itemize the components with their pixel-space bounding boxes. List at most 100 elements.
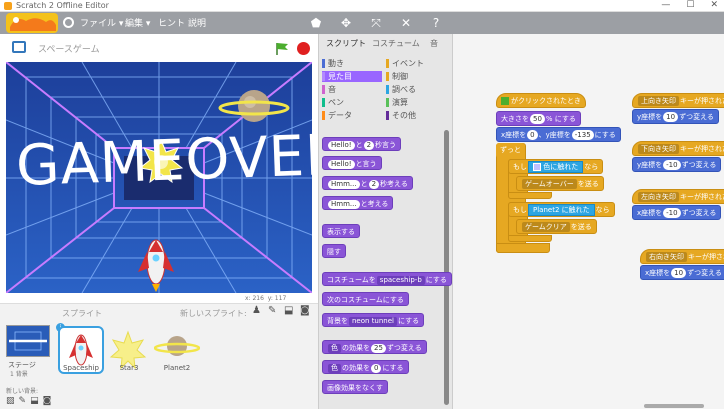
tab-sounds[interactable]: 音 — [430, 38, 438, 49]
project-title[interactable]: スペースゲーム — [38, 42, 100, 55]
script-hat-key-left[interactable]: 左向き矢印キーが押されたとき — [632, 189, 724, 204]
menu-edit[interactable]: 編集 ▾ — [125, 16, 150, 29]
stop-icon[interactable] — [297, 42, 310, 55]
block-show[interactable]: 表示する — [322, 224, 360, 238]
backdrop-camera-icon[interactable]: ◙ — [43, 396, 52, 406]
category-looks[interactable]: 見た目 — [322, 71, 382, 82]
key-dropdown[interactable]: 下向き矢印 — [638, 144, 679, 154]
change-y-input[interactable]: -10 — [663, 160, 681, 170]
think-text-input[interactable]: Hmm... — [328, 200, 360, 209]
minimize-button[interactable]: — — [661, 0, 670, 12]
change-y-input[interactable]: 10 — [663, 112, 679, 122]
close-button[interactable]: ✕ — [710, 0, 718, 12]
help-icon[interactable]: ? — [428, 15, 444, 31]
block-next-costume[interactable]: 次のコスチュームにする — [322, 292, 409, 306]
green-flag-icon[interactable] — [275, 42, 289, 55]
script-hat-key-down[interactable]: 下向き矢印キーが押されたとき — [632, 141, 724, 156]
block-switch-backdrop[interactable]: 背景を neon tunnel にする — [322, 313, 425, 327]
paint-backdrop-icon[interactable]: ✎ — [19, 396, 27, 406]
message-dropdown[interactable]: ゲームクリア — [522, 222, 570, 232]
tab-scripts[interactable]: スクリプト — [326, 38, 366, 49]
effect-dropdown[interactable]: 色 — [328, 364, 341, 373]
camera-icon[interactable]: ◙ — [300, 306, 310, 316]
category-motion[interactable]: 動き — [322, 58, 382, 69]
block-change-effect[interactable]: 色の効果を 25 ずつ変える — [322, 340, 427, 354]
grow-icon[interactable]: ⤧ — [368, 15, 384, 31]
color-swatch[interactable] — [533, 163, 541, 171]
change-x-input[interactable]: -10 — [663, 208, 681, 218]
duplicate-stamp-icon[interactable]: ⬟ — [308, 15, 324, 31]
x-input[interactable]: 0 — [527, 130, 538, 140]
if-touching-color[interactable]: もし 色に触れた なら — [508, 159, 604, 174]
choose-sprite-library-icon[interactable]: ♟ — [252, 306, 262, 316]
size-input[interactable]: 50 — [530, 114, 545, 124]
tab-costumes[interactable]: コスチューム — [372, 38, 420, 49]
block-set-effect[interactable]: 色の効果を 0 にする — [322, 360, 409, 374]
block-say-for-secs[interactable]: Hello! と 2 秒言う — [322, 137, 402, 151]
think-text-input[interactable]: Hmm... — [328, 180, 360, 189]
backdrop-dropdown[interactable]: neon tunnel — [349, 317, 397, 326]
script-hat-key-up[interactable]: 上向き矢印キーが押されたとき — [632, 93, 724, 108]
coord-y: y: 117 — [267, 295, 287, 302]
script-hat-key-right[interactable]: 右向き矢印キーが押されたとき — [640, 249, 724, 264]
script-change-y-up[interactable]: y座標を 10 ずつ変える — [632, 109, 719, 124]
script-go-to-xy[interactable]: x座標を 0 、y座標を -135 にする — [496, 127, 621, 142]
say-text-input[interactable]: Hello! — [328, 141, 355, 150]
palette-scrollbar[interactable] — [444, 130, 449, 405]
if-touching-planet2[interactable]: もし Planet2 に触れた なら — [508, 202, 615, 217]
block-think-for-secs[interactable]: Hmm... と 2 秒考える — [322, 176, 413, 190]
script-change-y-down[interactable]: y座標を -10 ずつ変える — [632, 157, 722, 172]
scripts-horizontal-scrollbar[interactable] — [644, 404, 704, 408]
effect-value-input[interactable]: 0 — [371, 364, 382, 373]
message-dropdown[interactable]: ゲームオーバー — [522, 179, 577, 189]
key-dropdown[interactable]: 上向き矢印 — [638, 96, 679, 106]
cut-icon[interactable]: ✥ — [338, 15, 354, 31]
say-text-input[interactable]: Hello! — [328, 160, 355, 169]
block-hide[interactable]: 隠す — [322, 244, 346, 258]
script-change-x-right[interactable]: x座標を 10 ずつ変える — [640, 265, 724, 280]
category-control[interactable]: 制御 — [386, 71, 444, 82]
block-say[interactable]: Hello! と言う — [322, 156, 382, 170]
effect-dropdown[interactable]: 色 — [328, 344, 341, 353]
block-text: なら — [595, 206, 610, 214]
change-x-input[interactable]: 10 — [671, 268, 687, 278]
script-hat-flag-clicked[interactable]: がクリックされたとき — [496, 93, 586, 108]
shrink-icon[interactable]: ✕ — [398, 15, 414, 31]
effect-amount-input[interactable]: 25 — [371, 344, 386, 353]
category-sensing[interactable]: 調べる — [386, 84, 444, 95]
secs-input[interactable]: 2 — [363, 141, 375, 150]
stage-thumbnail[interactable] — [6, 325, 50, 357]
y-input[interactable]: -135 — [571, 130, 594, 140]
maximize-button[interactable]: ☐ — [686, 0, 694, 12]
category-data[interactable]: データ — [322, 110, 382, 121]
block-clear-effects[interactable]: 画像効果をなくす — [322, 380, 388, 394]
upload-sprite-icon[interactable]: ⬓ — [284, 306, 294, 316]
menu-file[interactable]: ファイル ▾ — [80, 16, 123, 29]
upload-backdrop-icon[interactable]: ⬓ — [30, 396, 39, 406]
block-think[interactable]: Hmm... と考える — [322, 196, 394, 210]
block-text: Planet2 — [533, 206, 560, 214]
costume-dropdown[interactable]: spaceship-b — [376, 276, 425, 285]
key-dropdown[interactable]: 右向き矢印 — [646, 252, 687, 262]
language-globe-icon[interactable] — [63, 17, 74, 28]
script-set-size[interactable]: 大きさを 50% にする — [496, 111, 581, 126]
script-change-x-left[interactable]: x座標を -10 ずつ変える — [632, 205, 722, 220]
fullscreen-icon[interactable] — [12, 41, 26, 53]
broadcast-gameclear[interactable]: ゲームクリア を送る — [516, 219, 597, 234]
menu-tips[interactable]: ヒント — [158, 16, 185, 29]
category-sound[interactable]: 音 — [322, 84, 382, 95]
touching-sprite-sensor[interactable]: Planet2 に触れた — [528, 204, 595, 216]
broadcast-gameover[interactable]: ゲームオーバー を送る — [516, 176, 604, 191]
stage-canvas[interactable]: GAMEOVER — [6, 62, 312, 293]
category-more-blocks[interactable]: その他 — [386, 110, 444, 121]
paint-new-sprite-icon[interactable]: ✎ — [268, 306, 278, 316]
menu-about[interactable]: 説明 — [188, 16, 206, 29]
backdrop-library-icon[interactable]: ▨ — [6, 396, 15, 406]
category-operators[interactable]: 演算 — [386, 97, 444, 108]
secs-input[interactable]: 2 — [368, 180, 380, 189]
touching-color-sensor[interactable]: 色に触れた — [528, 161, 584, 173]
category-pen[interactable]: ペン — [322, 97, 382, 108]
key-dropdown[interactable]: 左向き矢印 — [638, 192, 679, 202]
block-switch-costume[interactable]: コスチュームを spaceship-b にする — [322, 272, 452, 286]
category-events[interactable]: イベント — [386, 58, 444, 69]
